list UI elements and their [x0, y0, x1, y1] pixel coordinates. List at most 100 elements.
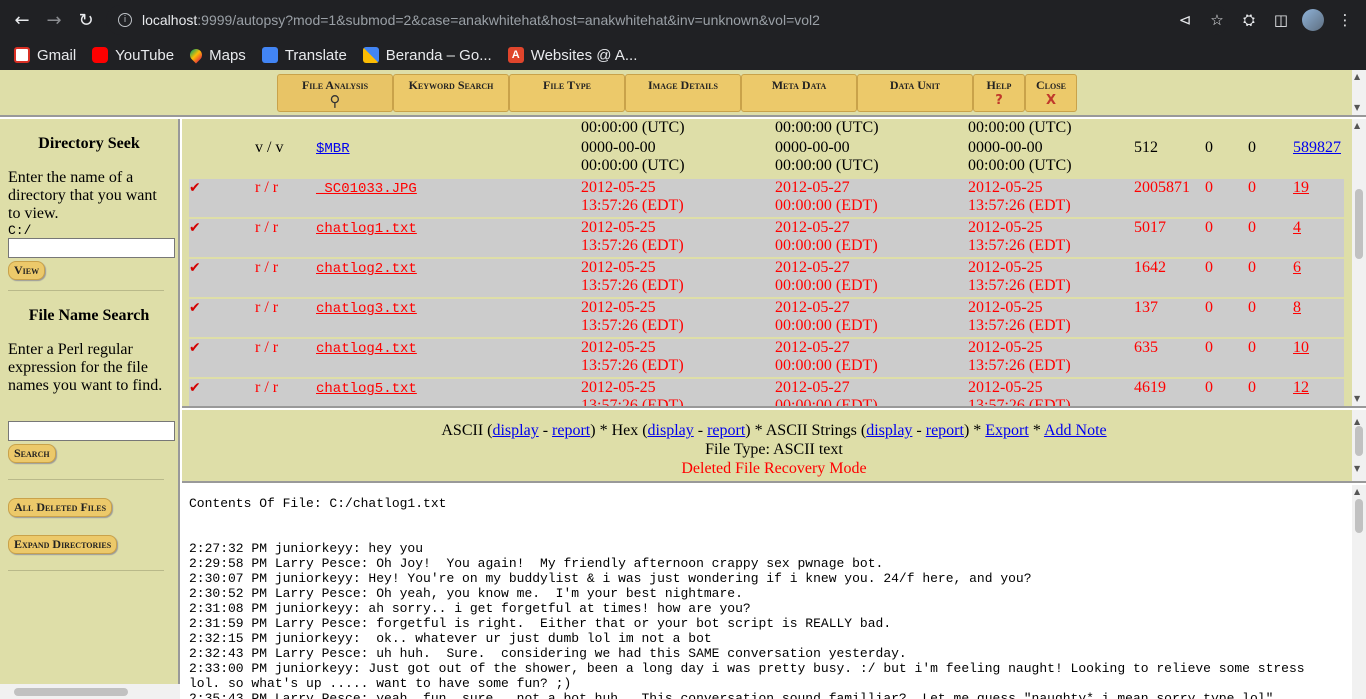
meta-link[interactable]: 12: [1293, 379, 1309, 396]
written-date-cell: 2012-05-25: [581, 259, 656, 277]
changed-time: 13:57:26 (EDT): [968, 277, 1071, 294]
export-link[interactable]: Export: [985, 422, 1029, 439]
file-name-link[interactable]: _SC01033.JPG: [316, 181, 417, 197]
file-name-link[interactable]: chatlog5.txt: [316, 381, 417, 397]
written-time: 13:57:26 (EDT): [581, 277, 684, 294]
written-time: 13:57:26 (EDT): [581, 357, 684, 374]
tab-close[interactable]: Close X: [1025, 74, 1077, 112]
bookmark-youtube[interactable]: YouTube: [92, 47, 174, 64]
websites-icon: A: [507, 47, 524, 63]
extensions-icon[interactable]: ⛭: [1236, 4, 1262, 36]
hex-report-link[interactable]: report: [707, 422, 745, 439]
bookmarks-bar: Gmail YouTube Maps Translate Beranda – G…: [0, 40, 1366, 70]
table-row[interactable]: ✔ r / r chatlog4.txt 2012-05-25 2012-05-27 20…: [189, 339, 1344, 377]
share-icon[interactable]: ⊲: [1172, 4, 1198, 36]
uid: 0: [1205, 219, 1213, 236]
separator: ) *: [963, 422, 986, 439]
add-note-link[interactable]: Add Note: [1044, 422, 1107, 439]
close-icon: X: [1045, 93, 1057, 108]
accessed-time: 00:00:00 (EDT): [775, 237, 878, 254]
view-options-scrollbar[interactable]: ▲ ▼: [1352, 410, 1366, 481]
accessed-time: 00:00:00 (EDT): [775, 277, 878, 294]
table-row[interactable]: ✔ r / r chatlog5.txt 2012-05-25 2012-05-27 20…: [189, 379, 1344, 406]
file-name-search-input[interactable]: [8, 421, 175, 441]
ascii-report-link[interactable]: report: [552, 422, 590, 439]
side-panel-icon[interactable]: ◫: [1268, 4, 1294, 36]
content-body: 2:27:32 PM juniorkeyy: hey you 2:29:58 PM…: [189, 541, 1366, 699]
file-type: r / r: [255, 299, 279, 316]
divider: [8, 479, 164, 480]
file-list-scrollbar[interactable]: ▲ ▼: [1352, 119, 1366, 406]
file-type: r / r: [255, 379, 279, 396]
bookmark-websites[interactable]: A Websites @ A...: [507, 47, 637, 64]
deleted-check-icon: ✔: [189, 180, 201, 196]
translate-icon: [261, 47, 278, 63]
deleted-check-icon: ✔: [189, 340, 201, 356]
back-arrow-icon[interactable]: ←: [6, 4, 38, 36]
tab-label: Close: [1035, 78, 1066, 92]
meta-link[interactable]: 10: [1293, 339, 1309, 356]
profile-avatar[interactable]: [1300, 4, 1326, 36]
tab-keyword-search[interactable]: Keyword Search: [393, 74, 509, 112]
meta-link[interactable]: 8: [1293, 299, 1301, 316]
gid-cell: 0: [1248, 219, 1256, 237]
strings-report-link[interactable]: report: [926, 422, 964, 439]
menu-icon[interactable]: ⋮: [1332, 4, 1358, 36]
directory-input[interactable]: [8, 238, 175, 258]
info-icon[interactable]: i: [118, 13, 132, 27]
table-row[interactable]: ✔ r / r chatlog1.txt 2012-05-25 2012-05-27 20…: [189, 219, 1344, 257]
bookmark-maps[interactable]: Maps: [187, 47, 246, 64]
file-name-link[interactable]: chatlog3.txt: [316, 301, 417, 317]
written-time: 13:57:26 (EDT): [581, 237, 684, 254]
written-date-cell: 2012-05-25: [581, 379, 656, 397]
table-row[interactable]: v / v $MBR 0000-00-00 0000-00-00 0000-00-00 5…: [189, 139, 1344, 177]
bookmark-beranda[interactable]: Beranda – Go...: [362, 47, 492, 64]
tab-meta-data[interactable]: Meta Data: [741, 74, 857, 112]
file-type-cell: v / v: [255, 139, 283, 157]
meta-link[interactable]: 6: [1293, 259, 1301, 276]
ascii-display-link[interactable]: display: [492, 422, 538, 439]
tab-label: Data Unit: [889, 78, 941, 92]
tab-file-type[interactable]: File Type: [509, 74, 625, 112]
table-row[interactable]: ✔ r / r chatlog3.txt 2012-05-25 2012-05-27 20…: [189, 299, 1344, 337]
hex-display-link[interactable]: display: [648, 422, 694, 439]
file-name-link[interactable]: chatlog1.txt: [316, 221, 417, 237]
file-name-link[interactable]: chatlog4.txt: [316, 341, 417, 357]
file-name-link[interactable]: chatlog2.txt: [316, 261, 417, 277]
content-scrollbar[interactable]: ▲: [1352, 485, 1366, 699]
left-horizontal-scrollbar[interactable]: [0, 684, 180, 699]
accessed-date-cell: 2012-05-27: [775, 379, 850, 397]
uid-cell: 0: [1205, 219, 1213, 237]
written-date: 2012-05-25: [581, 219, 656, 236]
file-name-link-cell: chatlog2.txt: [316, 259, 417, 278]
star-icon[interactable]: ☆: [1204, 4, 1230, 36]
tab-file-analysis[interactable]: File Analysis ⚲: [277, 74, 393, 112]
tab-image-details[interactable]: Image Details: [625, 74, 741, 112]
bookmark-gmail[interactable]: Gmail: [14, 47, 76, 64]
meta-link[interactable]: 19: [1293, 179, 1309, 196]
tab-help[interactable]: Help?: [973, 74, 1025, 112]
view-button[interactable]: View: [8, 261, 46, 280]
file-name-link[interactable]: $MBR: [316, 141, 350, 157]
all-deleted-files-button[interactable]: All Deleted Files: [8, 498, 113, 517]
search-button[interactable]: Search: [8, 444, 56, 463]
forward-arrow-icon[interactable]: →: [38, 4, 70, 36]
file-size: 5017: [1134, 219, 1166, 236]
changed-time: 00:00:00 (UTC): [968, 157, 1072, 174]
tabs-scrollbar[interactable]: ▲ ▼: [1352, 70, 1366, 115]
address-bar[interactable]: i localhost:9999/autopsy?mod=1&submod=2&…: [106, 5, 1228, 35]
table-row[interactable]: ✔ r / r chatlog2.txt 2012-05-25 2012-05-27 20…: [189, 259, 1344, 297]
expand-directories-button[interactable]: Expand Directories: [8, 535, 118, 554]
meta-link[interactable]: 4: [1293, 219, 1301, 236]
bookmark-translate[interactable]: Translate: [261, 47, 347, 64]
gid-cell: 0: [1248, 299, 1256, 317]
deleted-check-icon: ✔: [189, 380, 201, 396]
accessed-time: 00:00:00 (EDT): [775, 197, 878, 214]
written-date-cell: 2012-05-25: [581, 299, 656, 317]
table-row[interactable]: ✔ r / r _SC01033.JPG 2012-05-25 2012-05-27 20…: [189, 179, 1344, 217]
strings-display-link[interactable]: display: [866, 422, 912, 439]
chat-line: 2:35:43 PM Larry Pesce: yeah, fun, sure.…: [189, 691, 1274, 699]
meta-link[interactable]: 589827: [1293, 139, 1341, 156]
tab-data-unit[interactable]: Data Unit: [857, 74, 973, 112]
reload-icon[interactable]: ↻: [70, 4, 102, 36]
